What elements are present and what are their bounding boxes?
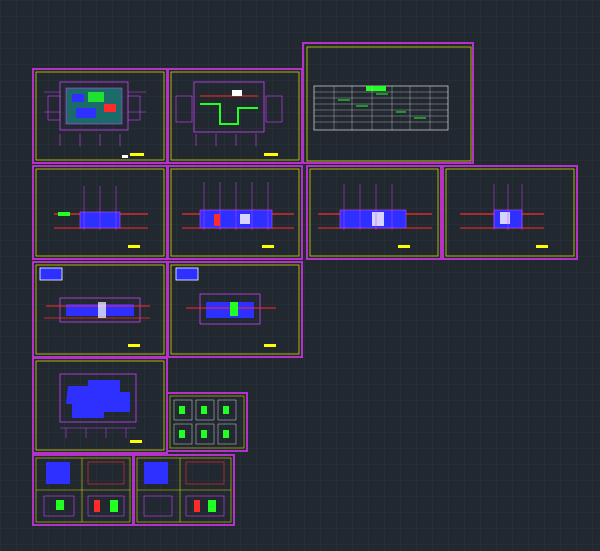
cad-model-space[interactable] bbox=[0, 0, 600, 551]
cad-drawing[interactable] bbox=[0, 0, 600, 551]
grid bbox=[0, 0, 600, 551]
